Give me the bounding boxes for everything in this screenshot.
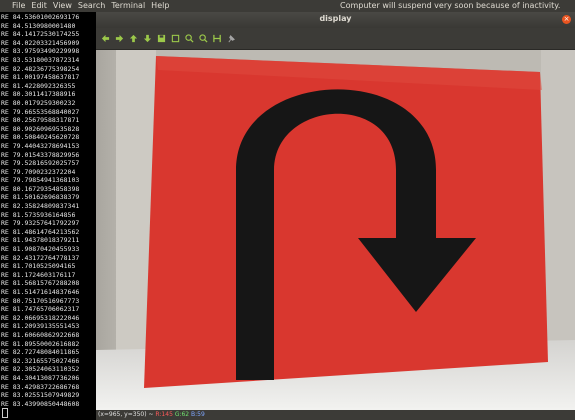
zoom-in-icon[interactable] — [184, 32, 195, 46]
terminal-line: RE 82.30524063110352 — [1, 365, 80, 374]
terminal-line: RE 84.5130980001480 — [1, 21, 76, 30]
terminal-line: RE 81.4228092326355 — [1, 81, 76, 90]
terminal-line: RE 79.01543378829956 — [1, 150, 80, 159]
terminal-line: RE 81.74765706062317 — [1, 305, 80, 314]
window-title: display — [319, 14, 352, 23]
terminal-line: RE 79.7090232372204 — [1, 167, 76, 176]
terminal-line: RE 81.56815767288208 — [1, 279, 80, 288]
pixel-blue-value: B:59 — [191, 411, 205, 418]
terminal-line: RE 80.75170516967773 — [1, 296, 80, 305]
menu-help[interactable]: Help — [151, 0, 169, 12]
arrow-up-icon[interactable] — [128, 32, 139, 46]
image-viewport[interactable] — [96, 50, 575, 410]
terminal-line: RE 83.97593490229998 — [1, 47, 80, 56]
properties-icon[interactable] — [212, 32, 223, 46]
terminal-line: RE 84.02203321456909 — [1, 38, 80, 47]
terminal-line: RE 82.48236775398254 — [1, 64, 80, 73]
terminal-line: RE 84.14172530174255 — [1, 30, 80, 39]
terminal-line: RE 81.89550002616882 — [1, 339, 80, 348]
terminal-prompt-line — [1, 408, 96, 420]
terminal-line: RE 79.93257641792297 — [1, 219, 80, 228]
terminal-line: RE 79.52816592025757 — [1, 159, 80, 168]
terminal-line: RE 80.16729354858398 — [1, 184, 80, 193]
terminal-line: RE 84.30413087736206 — [1, 373, 80, 382]
terminal-line: RE 81.20939135551453 — [1, 322, 80, 331]
terminal-cursor — [2, 408, 8, 419]
image-toolbar — [96, 28, 575, 50]
terminal-line: RE 82.35824809837341 — [1, 202, 80, 211]
terminal-line: RE 80.0179259300232 — [1, 98, 76, 107]
terminal-output[interactable]: RE 84.53601002693176 RE 84.5130980001480 R… — [0, 12, 96, 420]
terminal-line: RE 80.50840245620728 — [1, 133, 80, 142]
save-icon[interactable] — [156, 32, 167, 46]
terminal-line: RE 81.50162696838379 — [1, 193, 80, 202]
terminal-line: RE 80.3011417388916 — [1, 90, 76, 99]
cursor-coords: (x=965, y=350) ~ — [98, 411, 154, 418]
terminal-line: RE 81.60660862922668 — [1, 330, 80, 339]
menu-edit[interactable]: Edit — [31, 0, 47, 12]
system-menu-bar: File Edit View Search Terminal Help Comp… — [0, 0, 575, 12]
terminal-line: RE 83.53180037872314 — [1, 55, 80, 64]
terminal-line: RE 81.94378018379211 — [1, 236, 80, 245]
terminal-menu: File Edit View Search Terminal Help — [12, 0, 169, 12]
terminal-line: RE 81.51471614837646 — [1, 288, 80, 296]
menu-search[interactable]: Search — [78, 0, 105, 12]
window-titlebar[interactable]: display × — [96, 12, 575, 28]
terminal-line: RE 79.44043278694153 — [1, 141, 80, 150]
terminal-line: RE 83.02551507949829 — [1, 391, 80, 400]
terminal-line: RE 82.32165575027466 — [1, 356, 80, 365]
menu-terminal[interactable]: Terminal — [111, 0, 145, 12]
pixel-red-value: R:145 — [155, 411, 173, 418]
terminal-line: RE 83.43990850448608 — [1, 399, 80, 408]
terminal-line: RE 81.00197458637817 — [1, 73, 80, 82]
pin-icon[interactable] — [226, 32, 237, 46]
terminal-line: RE 81.90870420455933 — [1, 245, 80, 254]
terminal-line: RE 79.79854941368103 — [1, 176, 80, 185]
terminal-line: RE 81.5735936164856 — [1, 210, 76, 219]
select-region-icon[interactable] — [170, 32, 181, 46]
camera-image — [96, 50, 575, 410]
terminal-line: RE 82.43172764778137 — [1, 253, 80, 262]
terminal-line: RE 80.90260969535828 — [1, 124, 80, 133]
menu-file[interactable]: File — [12, 0, 25, 12]
terminal-line: RE 79.66553568840027 — [1, 107, 80, 116]
menu-view[interactable]: View — [53, 0, 72, 12]
pixel-green-value: G:62 — [174, 411, 190, 418]
display-window: display × (x=965, y=350) ~ R:145 G:62 B:… — [96, 12, 575, 420]
terminal-line: RE 84.53601002693176 — [1, 13, 80, 21]
close-icon[interactable]: × — [562, 15, 571, 24]
arrow-down-icon[interactable] — [142, 32, 153, 46]
inactivity-notice: Computer will suspend very soon because … — [340, 1, 561, 10]
zoom-out-icon[interactable] — [198, 32, 209, 46]
terminal-line: RE 83.42983722686768 — [1, 382, 80, 391]
terminal-line: RE 81.7010525094165 — [1, 262, 76, 271]
arrow-right-icon[interactable] — [114, 32, 125, 46]
status-bar: (x=965, y=350) ~ R:145 G:62 B:59 — [96, 410, 575, 420]
terminal-line: RE 82.06695318222046 — [1, 313, 80, 322]
arrow-left-icon[interactable] — [100, 32, 111, 46]
terminal-line: RE 81.1724603176117 — [1, 270, 76, 279]
terminal-line: RE 82.72748084011865 — [1, 348, 80, 357]
terminal-line: RE 80.25679588317871 — [1, 116, 80, 125]
terminal-lines: RE 84.53601002693176 RE 84.5130980001480 R… — [0, 12, 96, 420]
terminal-line: RE 81.48614764213562 — [1, 227, 80, 236]
